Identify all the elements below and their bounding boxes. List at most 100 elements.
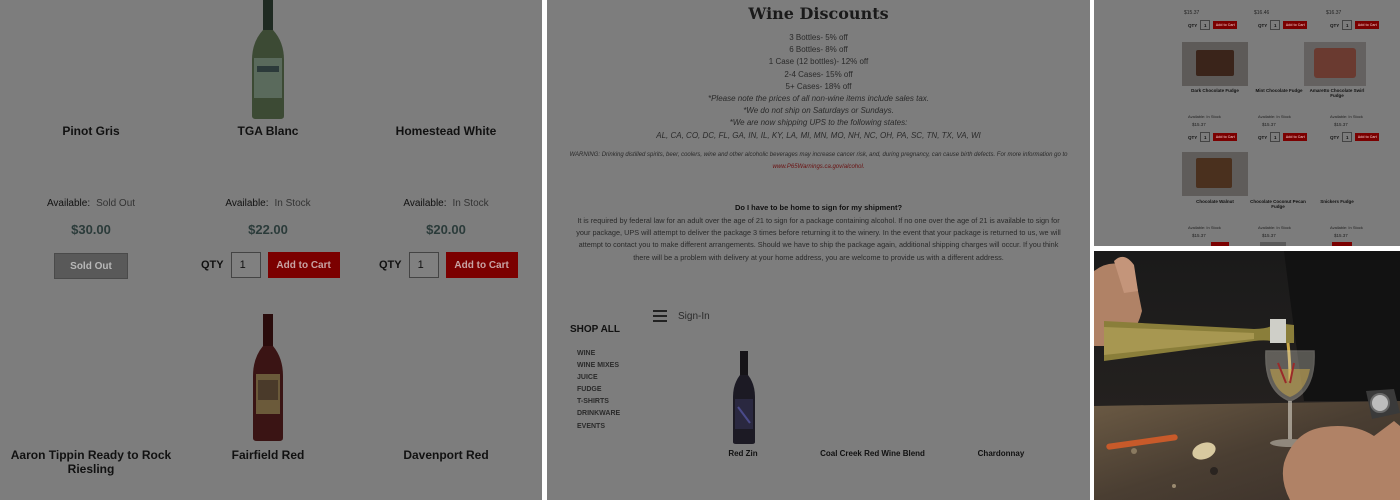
product-name[interactable]: Aaron Tippin Ready to Rock Riesling (2, 448, 180, 476)
qty-row: QTY 1 Add to Cart (1330, 132, 1380, 142)
qty-row: QTY 1 Add to Cart (379, 252, 518, 278)
product-name[interactable]: Chocolate Walnut (1180, 199, 1250, 204)
fudge-image[interactable] (1182, 42, 1248, 86)
stock-status: In Stock (1276, 114, 1291, 119)
category-link-juice[interactable]: JUICE (577, 372, 620, 384)
qty-label: QTY (1258, 134, 1268, 140)
discount-item: 3 Bottles- 5% off (789, 33, 848, 42)
stock-status: In Stock (452, 198, 489, 209)
qty-label: QTY (1258, 22, 1268, 28)
qty-input[interactable]: 1 (408, 252, 439, 278)
qty-row: QTY 1 Add to Cart (1258, 132, 1308, 142)
stock-status: In Stock (1348, 114, 1363, 119)
fudge-image[interactable] (1182, 152, 1248, 196)
availability: Available: In Stock (1258, 225, 1291, 230)
discount-item: 6 Bottles- 8% off (789, 45, 848, 55)
discount-item: 5+ Cases- 18% off (785, 81, 852, 91)
category-link-drinkware[interactable]: DRINKWARE (577, 408, 620, 420)
add-to-cart-button[interactable]: Add to Cart (1355, 133, 1380, 141)
qty-input[interactable]: 1 (1200, 20, 1211, 30)
discount-list: 3 Bottles- 5% off 6 Bottles- 8% off 1 Ca… (547, 32, 1090, 142)
stock-status: In Stock (1206, 114, 1221, 119)
faq-line: there will be a problem with delivery at… (633, 252, 1004, 262)
category-link-fudge[interactable]: FUDGE (577, 384, 620, 396)
sign-in-link[interactable]: Sign-In (678, 311, 710, 322)
product-name[interactable]: TGA Blanc (179, 124, 357, 138)
page-title: Wine Discounts (748, 4, 889, 23)
product-name[interactable]: Red Zin (703, 449, 783, 458)
availability-label: Available: (403, 198, 447, 209)
stock-status: In Stock (1276, 225, 1291, 230)
product-name[interactable]: Chocolate Coconut Pecan Fudge (1244, 199, 1312, 209)
availability: Available: In Stock (1330, 225, 1363, 230)
qty-label: QTY (201, 259, 224, 271)
qty-input[interactable]: 1 (1342, 20, 1353, 30)
red-zin-bottle-image[interactable] (731, 351, 757, 445)
qty-row: QTY 1 Add to Cart (1330, 20, 1380, 30)
category-link-events[interactable]: EVENTS (577, 421, 620, 433)
fairfield-red-bottle-image[interactable] (250, 314, 286, 442)
product-price: $15.37 (1334, 233, 1348, 238)
product-name[interactable]: Homestead White (357, 124, 535, 138)
qty-input[interactable]: 1 (1270, 132, 1281, 142)
add-to-cart-button[interactable]: Add to Cart (1283, 133, 1308, 141)
tga-blanc-bottle-image[interactable] (248, 0, 288, 120)
product-price: $15.37 (1192, 233, 1206, 238)
qty-input[interactable]: 1 (1200, 132, 1211, 142)
fudge-grid-panel: $15.37 $16.46 $16.37 QTY 1 Add to Cart Q… (1094, 0, 1400, 246)
add-to-cart-button[interactable]: Add to Cart (1213, 133, 1238, 141)
availability-label: Available: (46, 198, 91, 209)
availability: Available: Sold Out (2, 198, 180, 209)
product-price: $22.00 (248, 222, 288, 237)
add-to-cart-button[interactable]: Add to Cart (267, 252, 340, 278)
availability: Available: In Stock (1188, 225, 1221, 230)
stock-status: In Stock (1348, 225, 1363, 230)
product-name[interactable]: Pinot Gris (2, 124, 180, 138)
faq-answer: It is required by federal law for an adu… (547, 215, 1090, 264)
product-price: $16.46 (1254, 10, 1270, 16)
warning-link[interactable]: www.P65Warnings.ca.gov/alcohol. (547, 164, 1090, 170)
availability: Available: In Stock (1330, 114, 1363, 119)
note-line: *We do not ship on Saturdays or Sundays. (743, 106, 894, 116)
availability-label: Available: (1188, 114, 1206, 119)
product-name[interactable]: Fairfield Red (179, 448, 357, 462)
product-price: $20.00 (426, 222, 466, 237)
faq-line: attempt to contact you to make different… (578, 240, 1059, 250)
note-line: AL, CA, CO, DC, FL, GA, IN, IL, KY, LA, … (656, 130, 981, 140)
qty-input[interactable]: 1 (1270, 20, 1281, 30)
sold-out-button[interactable] (1260, 242, 1286, 246)
sold-out-button[interactable]: Sold Out (54, 253, 128, 279)
category-link-wine[interactable]: WINE (577, 348, 620, 360)
qty-input[interactable]: 1 (1342, 132, 1353, 142)
product-name[interactable]: Amaretto Chocolate Swirl Fudge (1304, 88, 1370, 98)
category-link-wine-mixes[interactable]: WINE MIXES (577, 360, 620, 372)
category-link-t-shirts[interactable]: T-SHIRTS (577, 396, 620, 408)
qty-label: QTY (379, 259, 402, 271)
add-to-cart-button[interactable]: Add to Cart (445, 252, 518, 278)
product-price: $15.37 (1262, 122, 1276, 127)
qty-label: QTY (1188, 134, 1198, 140)
product-name[interactable]: Coal Creek Red Wine Blend (805, 449, 940, 458)
product-name[interactable]: Snickers Fudge (1304, 199, 1370, 204)
availability-label: Available: (1330, 114, 1348, 119)
product-price: $16.37 (1326, 10, 1342, 16)
product-name[interactable]: Chardonnay (961, 449, 1041, 458)
add-to-cart-button[interactable] (1332, 242, 1352, 246)
hamburger-menu-icon[interactable] (653, 310, 667, 322)
product-price: $15.37 (1184, 10, 1200, 16)
product-name[interactable]: Davenport Red (357, 448, 535, 462)
warning-text: WARNING: Drinking distilled spirits, bee… (569, 152, 1068, 158)
add-to-cart-button[interactable]: Add to Cart (1213, 21, 1238, 29)
add-to-cart-button[interactable]: Add to Cart (1283, 21, 1308, 29)
qty-input[interactable]: 1 (230, 252, 261, 278)
availability: Available: In Stock (357, 198, 535, 209)
qty-label: QTY (1188, 22, 1198, 28)
discount-item: 1 Case (12 bottles)- 12% off (768, 57, 869, 67)
add-to-cart-button[interactable] (1211, 242, 1229, 246)
product-price: $30.00 (71, 222, 111, 237)
faq-line: your package, UPS will attempt to delive… (576, 228, 1061, 238)
add-to-cart-button[interactable]: Add to Cart (1355, 21, 1380, 29)
fudge-image[interactable] (1304, 42, 1366, 86)
shop-all-heading[interactable]: SHOP ALL (570, 324, 620, 335)
stock-status: In Stock (274, 198, 311, 209)
